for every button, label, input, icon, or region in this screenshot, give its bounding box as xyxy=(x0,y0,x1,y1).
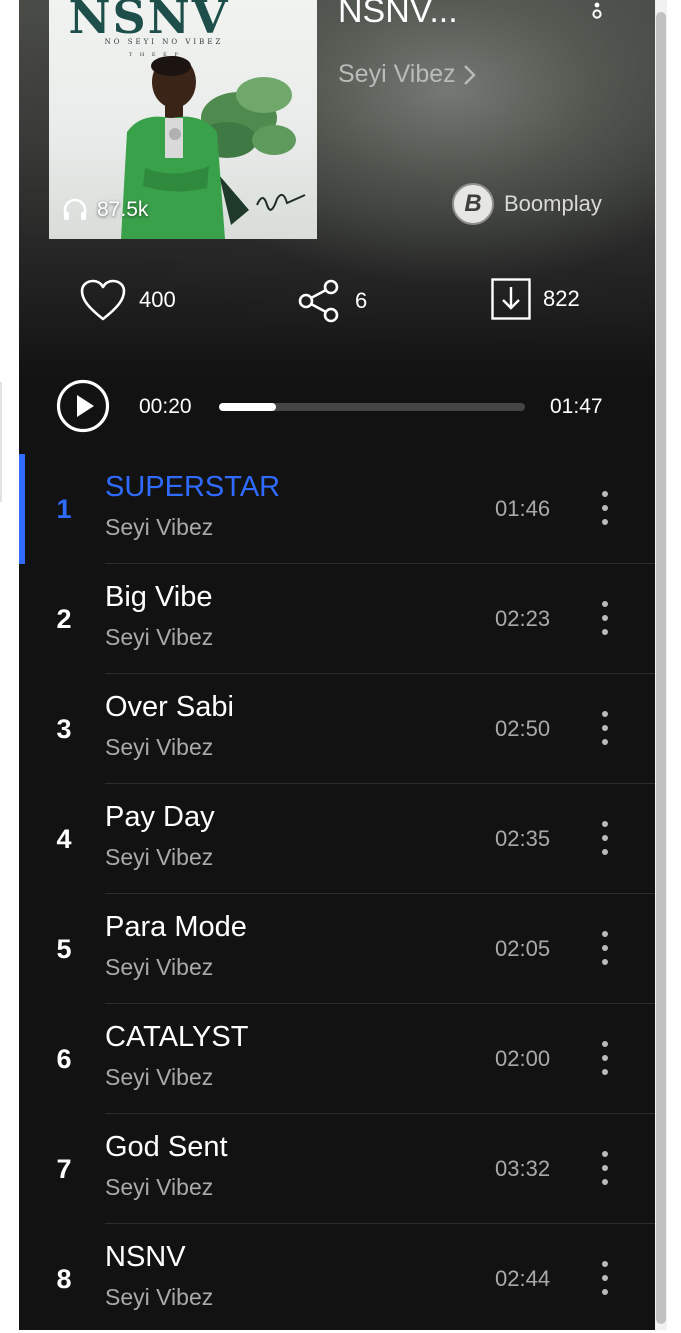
play-count-value: 87.5k xyxy=(97,198,149,221)
track-number: 7 xyxy=(56,1154,72,1184)
track-artist: Seyi Vibez xyxy=(105,514,214,540)
more-options-icon[interactable] xyxy=(591,2,603,20)
current-time: 00:20 xyxy=(139,395,192,418)
track-more-icon[interactable] xyxy=(595,1148,615,1188)
track-more-icon[interactable] xyxy=(595,598,615,638)
track-title: Big Vibe xyxy=(105,581,213,613)
track-number: 2 xyxy=(56,604,72,634)
share-icon xyxy=(298,279,339,323)
track-number: 5 xyxy=(56,934,72,964)
track-title: Over Sabi xyxy=(105,691,234,723)
download-button[interactable]: 822 xyxy=(491,278,580,320)
page-edge-marker xyxy=(0,382,2,502)
track-row[interactable]: 7 God Sent Seyi Vibez 03:32 xyxy=(19,1114,655,1224)
track-duration: 02:23 xyxy=(495,606,551,631)
chevron-right-icon xyxy=(463,64,476,85)
track-artist: Seyi Vibez xyxy=(105,1064,214,1090)
download-icon xyxy=(491,278,531,320)
track-artist: Seyi Vibez xyxy=(105,734,214,760)
headphones-icon xyxy=(63,198,87,220)
track-duration: 02:00 xyxy=(495,1046,551,1071)
track-duration: 01:46 xyxy=(495,496,551,521)
share-count: 6 xyxy=(355,288,368,313)
artist-name: Seyi Vibez xyxy=(338,60,456,88)
artist-link[interactable]: Seyi Vibez xyxy=(338,60,478,89)
track-title: SUPERSTAR xyxy=(105,471,281,503)
track-artist: Seyi Vibez xyxy=(105,624,214,650)
track-artist: Seyi Vibez xyxy=(105,844,214,870)
track-duration: 03:32 xyxy=(495,1156,551,1181)
play-button-icon[interactable] xyxy=(56,379,110,433)
track-row[interactable]: 6 CATALYST Seyi Vibez 02:00 xyxy=(19,1004,655,1114)
scrollbar-thumb[interactable] xyxy=(656,12,666,1324)
album-title: NSNV... xyxy=(338,0,458,30)
track-duration: 02:44 xyxy=(495,1266,551,1291)
track-more-icon[interactable] xyxy=(595,488,615,528)
track-row[interactable]: 4 Pay Day Seyi Vibez 02:35 xyxy=(19,784,655,894)
track-duration: 02:05 xyxy=(495,936,551,961)
heart-icon xyxy=(80,279,126,321)
track-row[interactable]: 3 Over Sabi Seyi Vibez 02:50 xyxy=(19,674,655,784)
active-track-indicator xyxy=(19,454,25,564)
boomplay-logo-icon: B xyxy=(452,183,494,225)
play-count: 87.5k xyxy=(61,196,148,224)
track-title: Pay Day xyxy=(105,801,215,833)
track-more-icon[interactable] xyxy=(595,1258,615,1298)
brand-name: Boomplay xyxy=(504,191,602,216)
track-number: 6 xyxy=(56,1044,72,1074)
track-title: God Sent xyxy=(105,1131,228,1163)
music-player-widget: NSNV NO SEYI NO VIBEZ T H E E P 87.5k NS… xyxy=(19,0,655,1330)
like-button[interactable]: 400 xyxy=(79,278,176,322)
progress-bar[interactable] xyxy=(219,403,525,411)
track-row[interactable]: 8 NSNV Seyi Vibez 02:44 xyxy=(19,1224,655,1330)
track-artist: Seyi Vibez xyxy=(105,1174,214,1200)
like-count: 400 xyxy=(139,287,176,312)
track-row[interactable]: 1 SUPERSTAR Seyi Vibez 01:46 xyxy=(19,454,655,564)
track-title: NSNV xyxy=(105,1241,186,1273)
track-title: Para Mode xyxy=(105,911,247,943)
track-row[interactable]: 2 Big Vibe Seyi Vibez 02:23 xyxy=(19,564,655,674)
track-title: CATALYST xyxy=(105,1021,249,1053)
track-list: 1 SUPERSTAR Seyi Vibez 01:46 2 Big Vibe … xyxy=(19,454,655,1330)
track-more-icon[interactable] xyxy=(595,818,615,858)
track-number: 1 xyxy=(56,494,72,524)
track-number: 8 xyxy=(56,1264,72,1294)
track-artist: Seyi Vibez xyxy=(105,954,214,980)
total-time: 01:47 xyxy=(550,395,603,418)
track-duration: 02:35 xyxy=(495,826,551,851)
track-number: 4 xyxy=(56,824,72,854)
boomplay-brand[interactable]: B Boomplay xyxy=(452,183,602,225)
track-duration: 02:50 xyxy=(495,716,551,741)
track-more-icon[interactable] xyxy=(595,708,615,748)
share-button[interactable]: 6 xyxy=(297,278,367,324)
download-count: 822 xyxy=(543,286,580,311)
track-artist: Seyi Vibez xyxy=(105,1284,214,1310)
track-row[interactable]: 5 Para Mode Seyi Vibez 02:05 xyxy=(19,894,655,1004)
track-more-icon[interactable] xyxy=(595,1038,615,1078)
progress-fill xyxy=(219,403,277,411)
album-cover[interactable]: NSNV NO SEYI NO VIBEZ T H E E P 87.5k xyxy=(49,0,317,239)
track-more-icon[interactable] xyxy=(595,928,615,968)
page-margin xyxy=(0,0,19,1333)
track-number: 3 xyxy=(56,714,72,744)
